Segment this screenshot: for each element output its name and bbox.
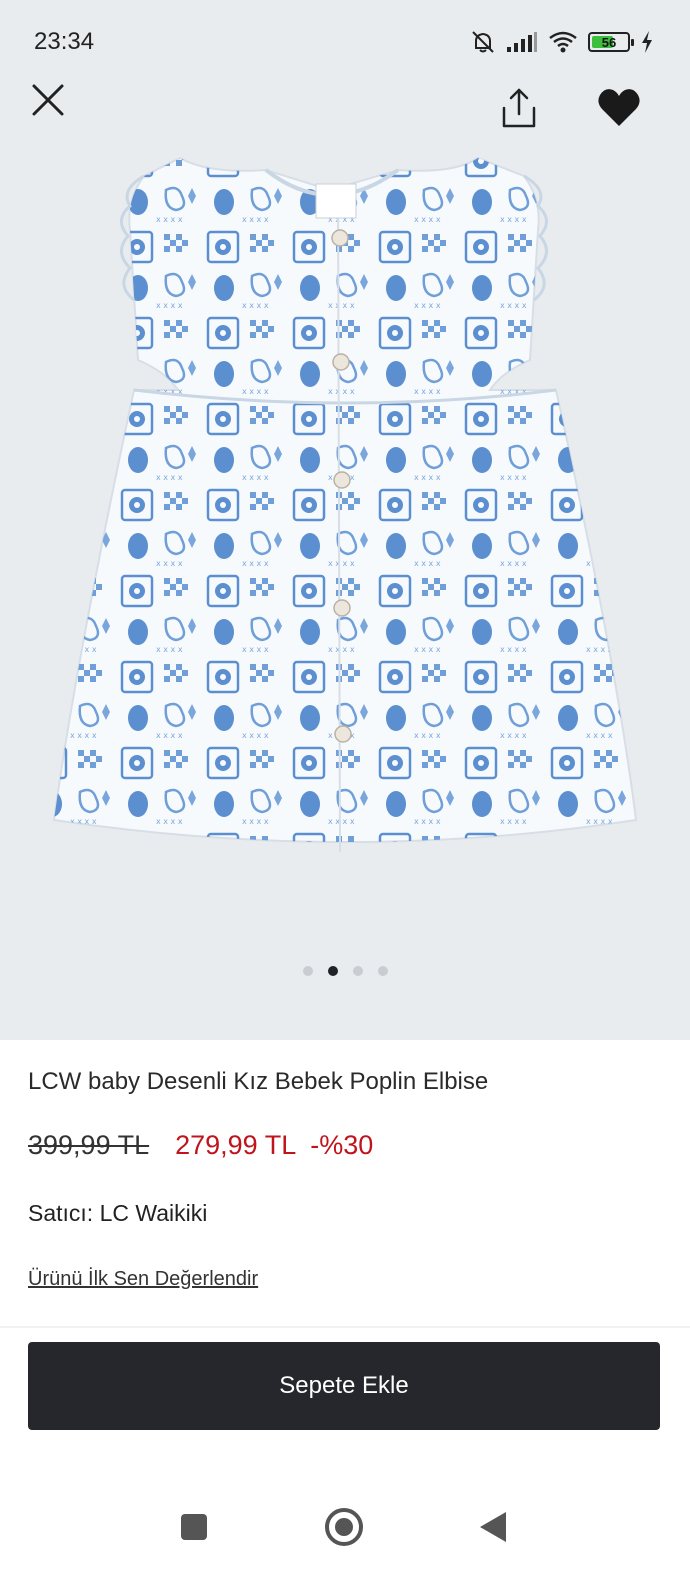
seller-label: Satıcı:	[28, 1200, 94, 1226]
gallery-dot-active[interactable]	[327, 966, 338, 976]
sale-price: 279,99 TL	[175, 1130, 297, 1160]
heart-icon[interactable]	[596, 86, 642, 130]
home-icon[interactable]	[325, 1508, 363, 1546]
gallery-dot[interactable]	[302, 966, 313, 976]
wifi-icon	[549, 31, 577, 53]
signal-icon	[507, 32, 537, 52]
product-image[interactable]: x x x x	[30, 140, 660, 880]
product-title: LCW baby Desenli Kız Bebek Poplin Elbise	[28, 1068, 489, 1095]
recent-apps-icon[interactable]	[181, 1514, 207, 1540]
old-price: 399,99 TL	[28, 1130, 150, 1160]
gallery-dot[interactable]	[352, 966, 363, 976]
share-icon[interactable]	[498, 86, 540, 130]
first-review-link[interactable]: Ürünü İlk Sen Değerlendir	[28, 1268, 258, 1291]
status-bar: 23:34 56	[0, 0, 690, 80]
back-icon[interactable]	[480, 1512, 506, 1542]
status-icons: 56	[470, 28, 654, 56]
seller-name[interactable]: LC Waikiki	[100, 1200, 208, 1226]
battery-icon: 56	[588, 32, 634, 52]
charging-icon	[642, 31, 652, 53]
gallery-pagination	[0, 966, 690, 976]
product-gallery[interactable]: 23:34 56	[0, 0, 690, 1040]
add-to-cart-button[interactable]: Sepete Ekle	[28, 1342, 660, 1430]
discount-badge: -%30	[310, 1130, 374, 1160]
seller-info: Satıcı: LC Waikiki	[28, 1200, 207, 1227]
battery-level: 56	[601, 34, 617, 50]
system-nav-bar	[0, 1490, 690, 1572]
top-actions	[0, 80, 690, 140]
price-row: 399,99 TL 279,99 TL -%30	[28, 1130, 373, 1161]
close-icon[interactable]	[28, 80, 68, 120]
status-time: 23:34	[34, 28, 95, 55]
mute-bell-icon	[472, 31, 494, 53]
gallery-dot[interactable]	[377, 966, 388, 976]
divider	[0, 1326, 690, 1328]
